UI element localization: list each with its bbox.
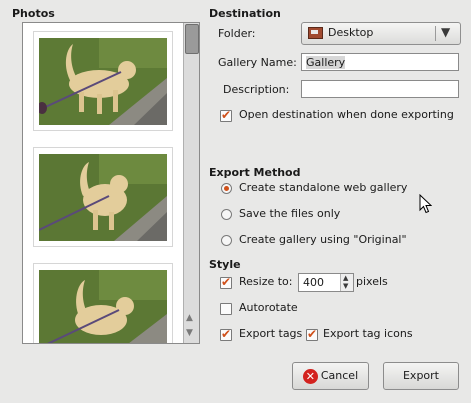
photos-scrollbar[interactable]: ▲ ▼ <box>183 23 199 343</box>
photo-thumbnail[interactable] <box>33 31 173 131</box>
mouse-pointer-icon <box>419 194 432 214</box>
resize-value: 400 <box>303 276 324 289</box>
radio-standalone-gallery-label[interactable]: Create standalone web gallery <box>239 181 407 194</box>
cancel-button[interactable]: ✕ Cancel <box>292 362 369 390</box>
destination-heading: Destination <box>209 7 281 20</box>
photo-thumbnail[interactable] <box>33 263 173 343</box>
folder-value: Desktop <box>328 26 374 39</box>
cancel-icon: ✕ <box>302 368 318 384</box>
cancel-button-label: Cancel <box>320 369 359 382</box>
open-destination-checkbox[interactable] <box>220 108 232 122</box>
folder-combo[interactable]: Desktop ▼ <box>301 22 461 45</box>
resize-unit: pixels <box>356 275 388 288</box>
radio-original-gallery-label[interactable]: Create gallery using "Original" <box>239 233 407 246</box>
export-tags-checkbox[interactable] <box>220 327 232 341</box>
gallery-name-label: Gallery Name: <box>218 56 297 69</box>
photos-title: Photos <box>12 7 55 20</box>
description-label: Description: <box>223 83 290 96</box>
export-button[interactable]: Export <box>383 362 459 390</box>
combo-arrow-icon: ▼ <box>441 25 451 39</box>
scrollbar-thumb[interactable] <box>185 24 199 54</box>
open-destination-label[interactable]: Open destination when done exporting <box>239 108 454 121</box>
photos-list[interactable]: ▲ ▼ <box>22 22 200 344</box>
spin-up-icon[interactable]: ▲ <box>343 274 348 282</box>
style-heading: Style <box>209 258 241 271</box>
export-button-label: Export <box>402 369 439 382</box>
scroll-down-icon[interactable]: ▼ <box>186 328 193 338</box>
description-input[interactable] <box>301 80 459 98</box>
gallery-name-value: Gallery <box>306 56 346 69</box>
folder-label: Folder: <box>218 27 256 40</box>
radio-save-files-only[interactable] <box>221 209 232 220</box>
resize-spinbutton[interactable]: 400 ▲ ▼ <box>298 273 354 292</box>
export-tag-icons-label[interactable]: Export tag icons <box>323 327 413 340</box>
gallery-name-input[interactable]: Gallery <box>301 53 459 71</box>
export-tag-icons-checkbox[interactable] <box>306 327 318 341</box>
resize-label[interactable]: Resize to: <box>239 275 293 288</box>
folder-icon <box>308 27 323 39</box>
autorotate-checkbox[interactable] <box>220 303 232 315</box>
scroll-up-icon[interactable]: ▲ <box>186 313 193 323</box>
export-method-heading: Export Method <box>209 166 301 179</box>
radio-save-files-only-label[interactable]: Save the files only <box>239 207 340 220</box>
radio-original-gallery[interactable] <box>221 235 232 246</box>
autorotate-label[interactable]: Autorotate <box>239 301 298 314</box>
spin-down-icon[interactable]: ▼ <box>343 282 348 290</box>
export-tags-label[interactable]: Export tags <box>239 327 302 340</box>
radio-standalone-gallery[interactable] <box>221 183 232 194</box>
photo-thumbnail[interactable] <box>33 147 173 247</box>
resize-checkbox[interactable] <box>220 275 232 289</box>
